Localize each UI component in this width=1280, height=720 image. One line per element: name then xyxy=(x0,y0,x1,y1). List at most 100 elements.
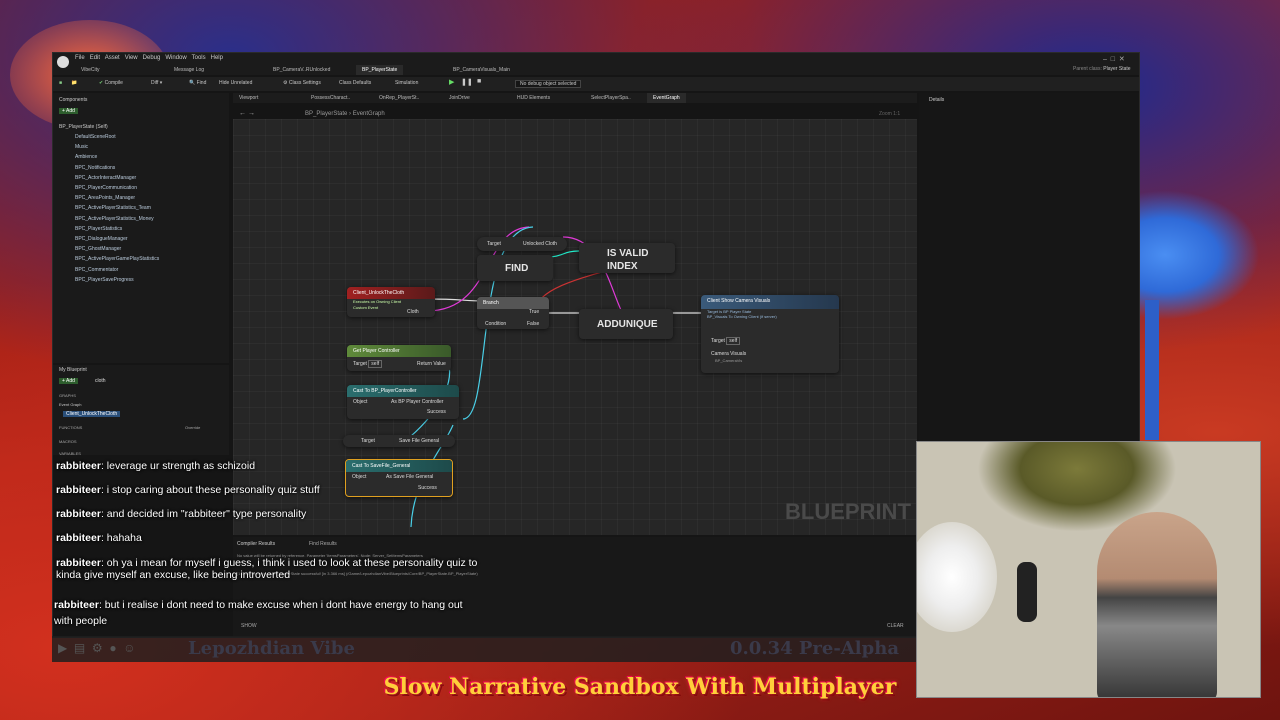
component-tree-item[interactable]: BPC_Commentator xyxy=(75,267,118,273)
hide-unrelated-button[interactable]: Hide Unrelated xyxy=(219,80,252,86)
branch-condition-pin[interactable]: Condition xyxy=(485,321,506,327)
details-tab[interactable]: Details xyxy=(929,97,944,103)
getter-target-pin[interactable]: Target xyxy=(487,241,501,247)
branch-true-pin[interactable]: True xyxy=(529,309,539,315)
save-general-out-pin[interactable]: Save File General xyxy=(399,438,439,444)
menu-help[interactable]: Help xyxy=(211,55,223,61)
pause-icon[interactable]: ❚❚ xyxy=(461,78,473,86)
debug-object-select[interactable]: No debug object selected xyxy=(515,80,582,88)
menu-window[interactable]: Window xyxy=(165,55,186,61)
client-show-target-pin[interactable]: Target self xyxy=(711,337,741,345)
cast-pc-as-pin[interactable]: As BP Player Controller xyxy=(391,399,443,405)
play-icon[interactable]: ▶ xyxy=(449,78,454,86)
cast-pc-object-pin[interactable]: Object xyxy=(353,399,367,405)
cast-to-player-controller-node[interactable]: Cast To BP_PlayerController Object As BP… xyxy=(347,385,459,419)
find-button[interactable]: 🔍 Find xyxy=(189,80,206,86)
stop-icon[interactable]: ■ xyxy=(477,78,481,85)
component-tree-item[interactable]: BPC_DialogueManager xyxy=(75,236,128,242)
add-component-button[interactable]: + Add xyxy=(59,108,78,114)
unlocked-cloth-getter-node[interactable]: Target Unlocked Cloth xyxy=(477,237,567,251)
close-icon[interactable]: ✕ xyxy=(1119,56,1125,63)
breadcrumb-blueprint[interactable]: BP_PlayerState xyxy=(305,111,347,117)
branch-false-pin[interactable]: False xyxy=(527,321,539,327)
get-pc-return-pin[interactable]: Return Value xyxy=(417,361,446,367)
browse-icon[interactable]: 📁 xyxy=(71,80,77,86)
tab-joindrive[interactable]: JoinDrive xyxy=(443,93,476,103)
clear-button[interactable]: CLEAR xyxy=(887,623,904,629)
parent-class-value[interactable]: Player State xyxy=(1103,66,1130,72)
component-tree-item[interactable]: BPC_ActivePlayerStatistics_Money xyxy=(75,216,154,222)
cast-save-object-pin[interactable]: Object xyxy=(352,474,366,480)
component-tree-item[interactable]: BPC_PlayerStatistics xyxy=(75,226,122,232)
tab-selectplayer[interactable]: SelectPlayerSpa.. xyxy=(585,93,637,103)
member-search-input[interactable]: cloth xyxy=(95,378,106,384)
maximize-icon[interactable]: □ xyxy=(1111,56,1115,63)
add-unique-node[interactable]: ADDUNIQUE xyxy=(579,309,673,339)
tab-player-state[interactable]: BP_PlayerState xyxy=(356,65,404,75)
component-tree-item[interactable]: BPC_ActivePlayerGamePlayStatistics xyxy=(75,256,159,262)
client-unlock-event-node[interactable]: Client_UnlockTheCloth Executes on Owning… xyxy=(347,287,435,317)
get-pc-target-pin[interactable]: Target self xyxy=(353,360,383,368)
cloth-pin[interactable]: Cloth xyxy=(407,309,419,315)
message-log-tab[interactable]: Message Log xyxy=(168,65,210,75)
class-defaults-button[interactable]: Class Defaults xyxy=(339,80,371,86)
event-graph-item[interactable]: Event Graph xyxy=(59,402,81,407)
unlocked-cloth-pin[interactable]: Unlocked Cloth xyxy=(523,241,557,247)
component-tree-item[interactable]: BPC_ActivePlayerStatistics_Team xyxy=(75,205,151,211)
menu-edit[interactable]: Edit xyxy=(90,55,100,61)
save-file-general-node[interactable]: Target Save File General xyxy=(343,435,455,447)
get-player-controller-node[interactable]: Get Player Controller Target self Return… xyxy=(347,345,451,371)
event-graph-canvas[interactable]: Client_UnlockTheCloth Executes on Owning… xyxy=(233,119,917,535)
minimize-icon[interactable]: – xyxy=(1103,56,1107,63)
class-settings-button[interactable]: ⚙ Class Settings xyxy=(283,80,321,86)
component-tree-item[interactable]: DefaultSceneRoot xyxy=(75,134,116,140)
cast-save-as-pin[interactable]: As Save File General xyxy=(386,474,433,480)
find-results-tab[interactable]: Find Results xyxy=(309,541,337,547)
is-valid-index-node[interactable]: IS VALID INDEX xyxy=(579,243,675,273)
cast-to-savefile-node[interactable]: Cast To SaveFile_General Object As Save … xyxy=(345,459,453,497)
cast-pc-success-pin[interactable]: Success xyxy=(427,409,446,415)
tab-viewport[interactable]: Viewport xyxy=(233,93,264,103)
camera-visuals-pin[interactable]: Camera Visuals xyxy=(711,351,746,357)
back-arrow-icon[interactable]: ← xyxy=(239,110,246,117)
component-tree-item[interactable]: BPC_PlayerCommunication xyxy=(75,185,137,191)
save-icon[interactable]: ■ xyxy=(59,80,62,86)
self-item[interactable]: BP_PlayerState (Self) xyxy=(59,124,108,130)
override-dropdown[interactable]: Override xyxy=(185,425,200,430)
component-tree-item[interactable]: BPC_PlayerSaveProgress xyxy=(75,277,134,283)
component-tree-item[interactable]: Ambience xyxy=(75,154,97,160)
component-tree-item[interactable]: BPC_ActorInteractManager xyxy=(75,175,136,181)
tab-hud[interactable]: HUD Elements xyxy=(511,93,556,103)
branch-node[interactable]: Branch True Condition False xyxy=(477,297,549,329)
simulation-button[interactable]: Simulation xyxy=(395,80,418,86)
tab-camera-visuals[interactable]: BP_CameraVisuals_Main xyxy=(447,65,516,75)
tab-possess[interactable]: PossessCharact.. xyxy=(305,93,356,103)
diff-button[interactable]: Diff ▾ xyxy=(151,80,162,86)
cast-save-success-pin[interactable]: Success xyxy=(418,485,437,491)
component-tree-item[interactable]: BPC_AreaPoints_Manager xyxy=(75,195,135,201)
menu-file[interactable]: File xyxy=(75,55,85,61)
tab-camera-unlocked[interactable]: BP_CameraV..RUnlocked xyxy=(267,65,336,75)
camera-visuals-select[interactable]: BP_CameraVis xyxy=(715,358,742,363)
variables-section[interactable]: VARIABLES xyxy=(59,451,81,456)
macros-section[interactable]: MACROS xyxy=(59,439,77,444)
forward-arrow-icon[interactable]: → xyxy=(248,110,255,117)
client-unlock-event-item[interactable]: Client_UnlockTheCloth xyxy=(63,411,121,417)
component-tree-item[interactable]: BPC_Notifications xyxy=(75,165,115,171)
component-tree-item[interactable]: BPC_GhostManager xyxy=(75,246,121,252)
project-tab[interactable]: VibeCity xyxy=(75,65,106,75)
client-show-camera-visuals-node[interactable]: Client Show Camera Visuals Target is BP … xyxy=(701,295,839,373)
save-general-target-pin[interactable]: Target xyxy=(361,438,375,444)
tab-eventgraph[interactable]: EventGraph xyxy=(647,93,686,103)
compiler-results-tab[interactable]: Compiler Results xyxy=(237,541,275,547)
menu-view[interactable]: View xyxy=(125,55,138,61)
graphs-section[interactable]: GRAPHS xyxy=(59,393,76,398)
tab-onrep[interactable]: OnRep_PlayerSt.. xyxy=(373,93,425,103)
functions-section[interactable]: FUNCTIONS xyxy=(59,425,82,430)
menu-asset[interactable]: Asset xyxy=(105,55,120,61)
breadcrumb-graph[interactable]: EventGraph xyxy=(353,111,385,117)
find-node[interactable]: FIND xyxy=(477,255,553,281)
menu-tools[interactable]: Tools xyxy=(192,55,206,61)
component-tree-item[interactable]: Music xyxy=(75,144,88,150)
compile-button[interactable]: ✔ Compile xyxy=(99,80,123,86)
